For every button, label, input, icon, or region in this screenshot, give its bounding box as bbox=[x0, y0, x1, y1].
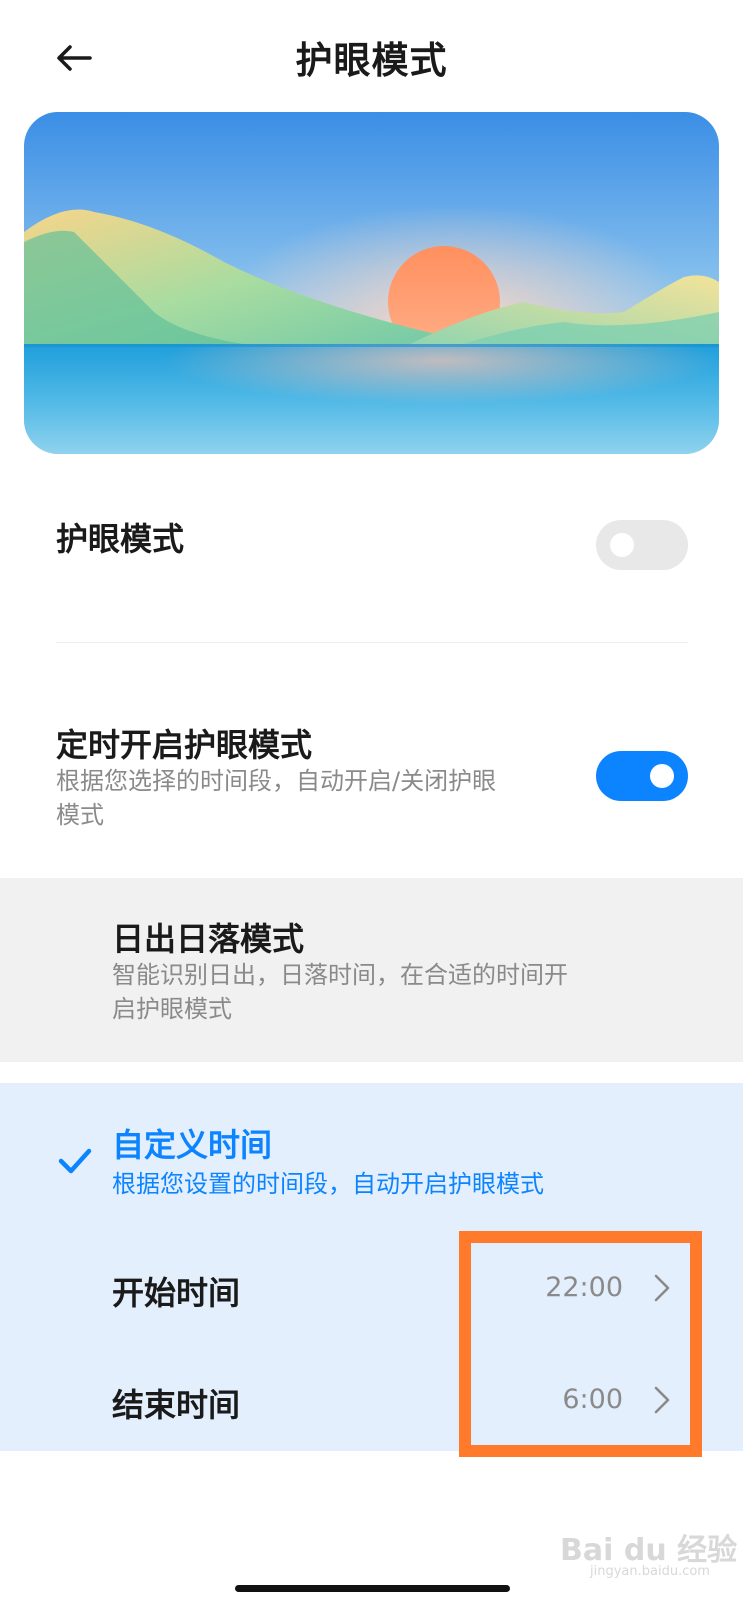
eye-mode-toggle[interactable] bbox=[596, 520, 688, 570]
home-indicator[interactable] bbox=[235, 1585, 510, 1592]
sunrise-option-label: 日出日落模式 bbox=[112, 920, 305, 958]
sunrise-option-description-line1: 智能识别日出，日落时间，在合适的时间开 bbox=[112, 961, 568, 989]
sunrise-sunset-option[interactable]: 日出日落模式 智能识别日出，日落时间，在合适的时间开 启护眼模式 bbox=[0, 878, 743, 1062]
end-time-label[interactable]: 结束时间 bbox=[112, 1380, 240, 1426]
page-title: 护眼模式 bbox=[295, 39, 448, 82]
eye-mode-illustration bbox=[24, 112, 719, 454]
schedule-label: 定时开启护眼模式 bbox=[56, 726, 313, 764]
schedule-description-line2: 模式 bbox=[56, 801, 104, 829]
app-header: 护眼模式 bbox=[0, 0, 743, 112]
sunrise-option-description-line2: 启护眼模式 bbox=[112, 995, 232, 1023]
schedule-description-line1: 根据您选择的时间段，自动开启/关闭护眼 bbox=[56, 767, 497, 795]
watermark-logo: Bai du 经验 bbox=[560, 1533, 738, 1568]
check-icon bbox=[58, 1148, 92, 1174]
start-time-label[interactable]: 开始时间 bbox=[112, 1268, 240, 1314]
watermark-url: jingyan.baidu.com bbox=[590, 1564, 710, 1579]
toggle-knob bbox=[610, 533, 634, 557]
custom-option-description: 根据您设置的时间段，自动开启护眼模式 bbox=[112, 1170, 544, 1198]
divider bbox=[56, 642, 688, 643]
toggle-knob bbox=[650, 764, 674, 788]
custom-option-label: 自定义时间 bbox=[112, 1126, 273, 1164]
annotation-highlight-box bbox=[459, 1231, 702, 1457]
schedule-toggle[interactable] bbox=[596, 751, 688, 801]
eye-mode-label: 护眼模式 bbox=[56, 520, 185, 558]
